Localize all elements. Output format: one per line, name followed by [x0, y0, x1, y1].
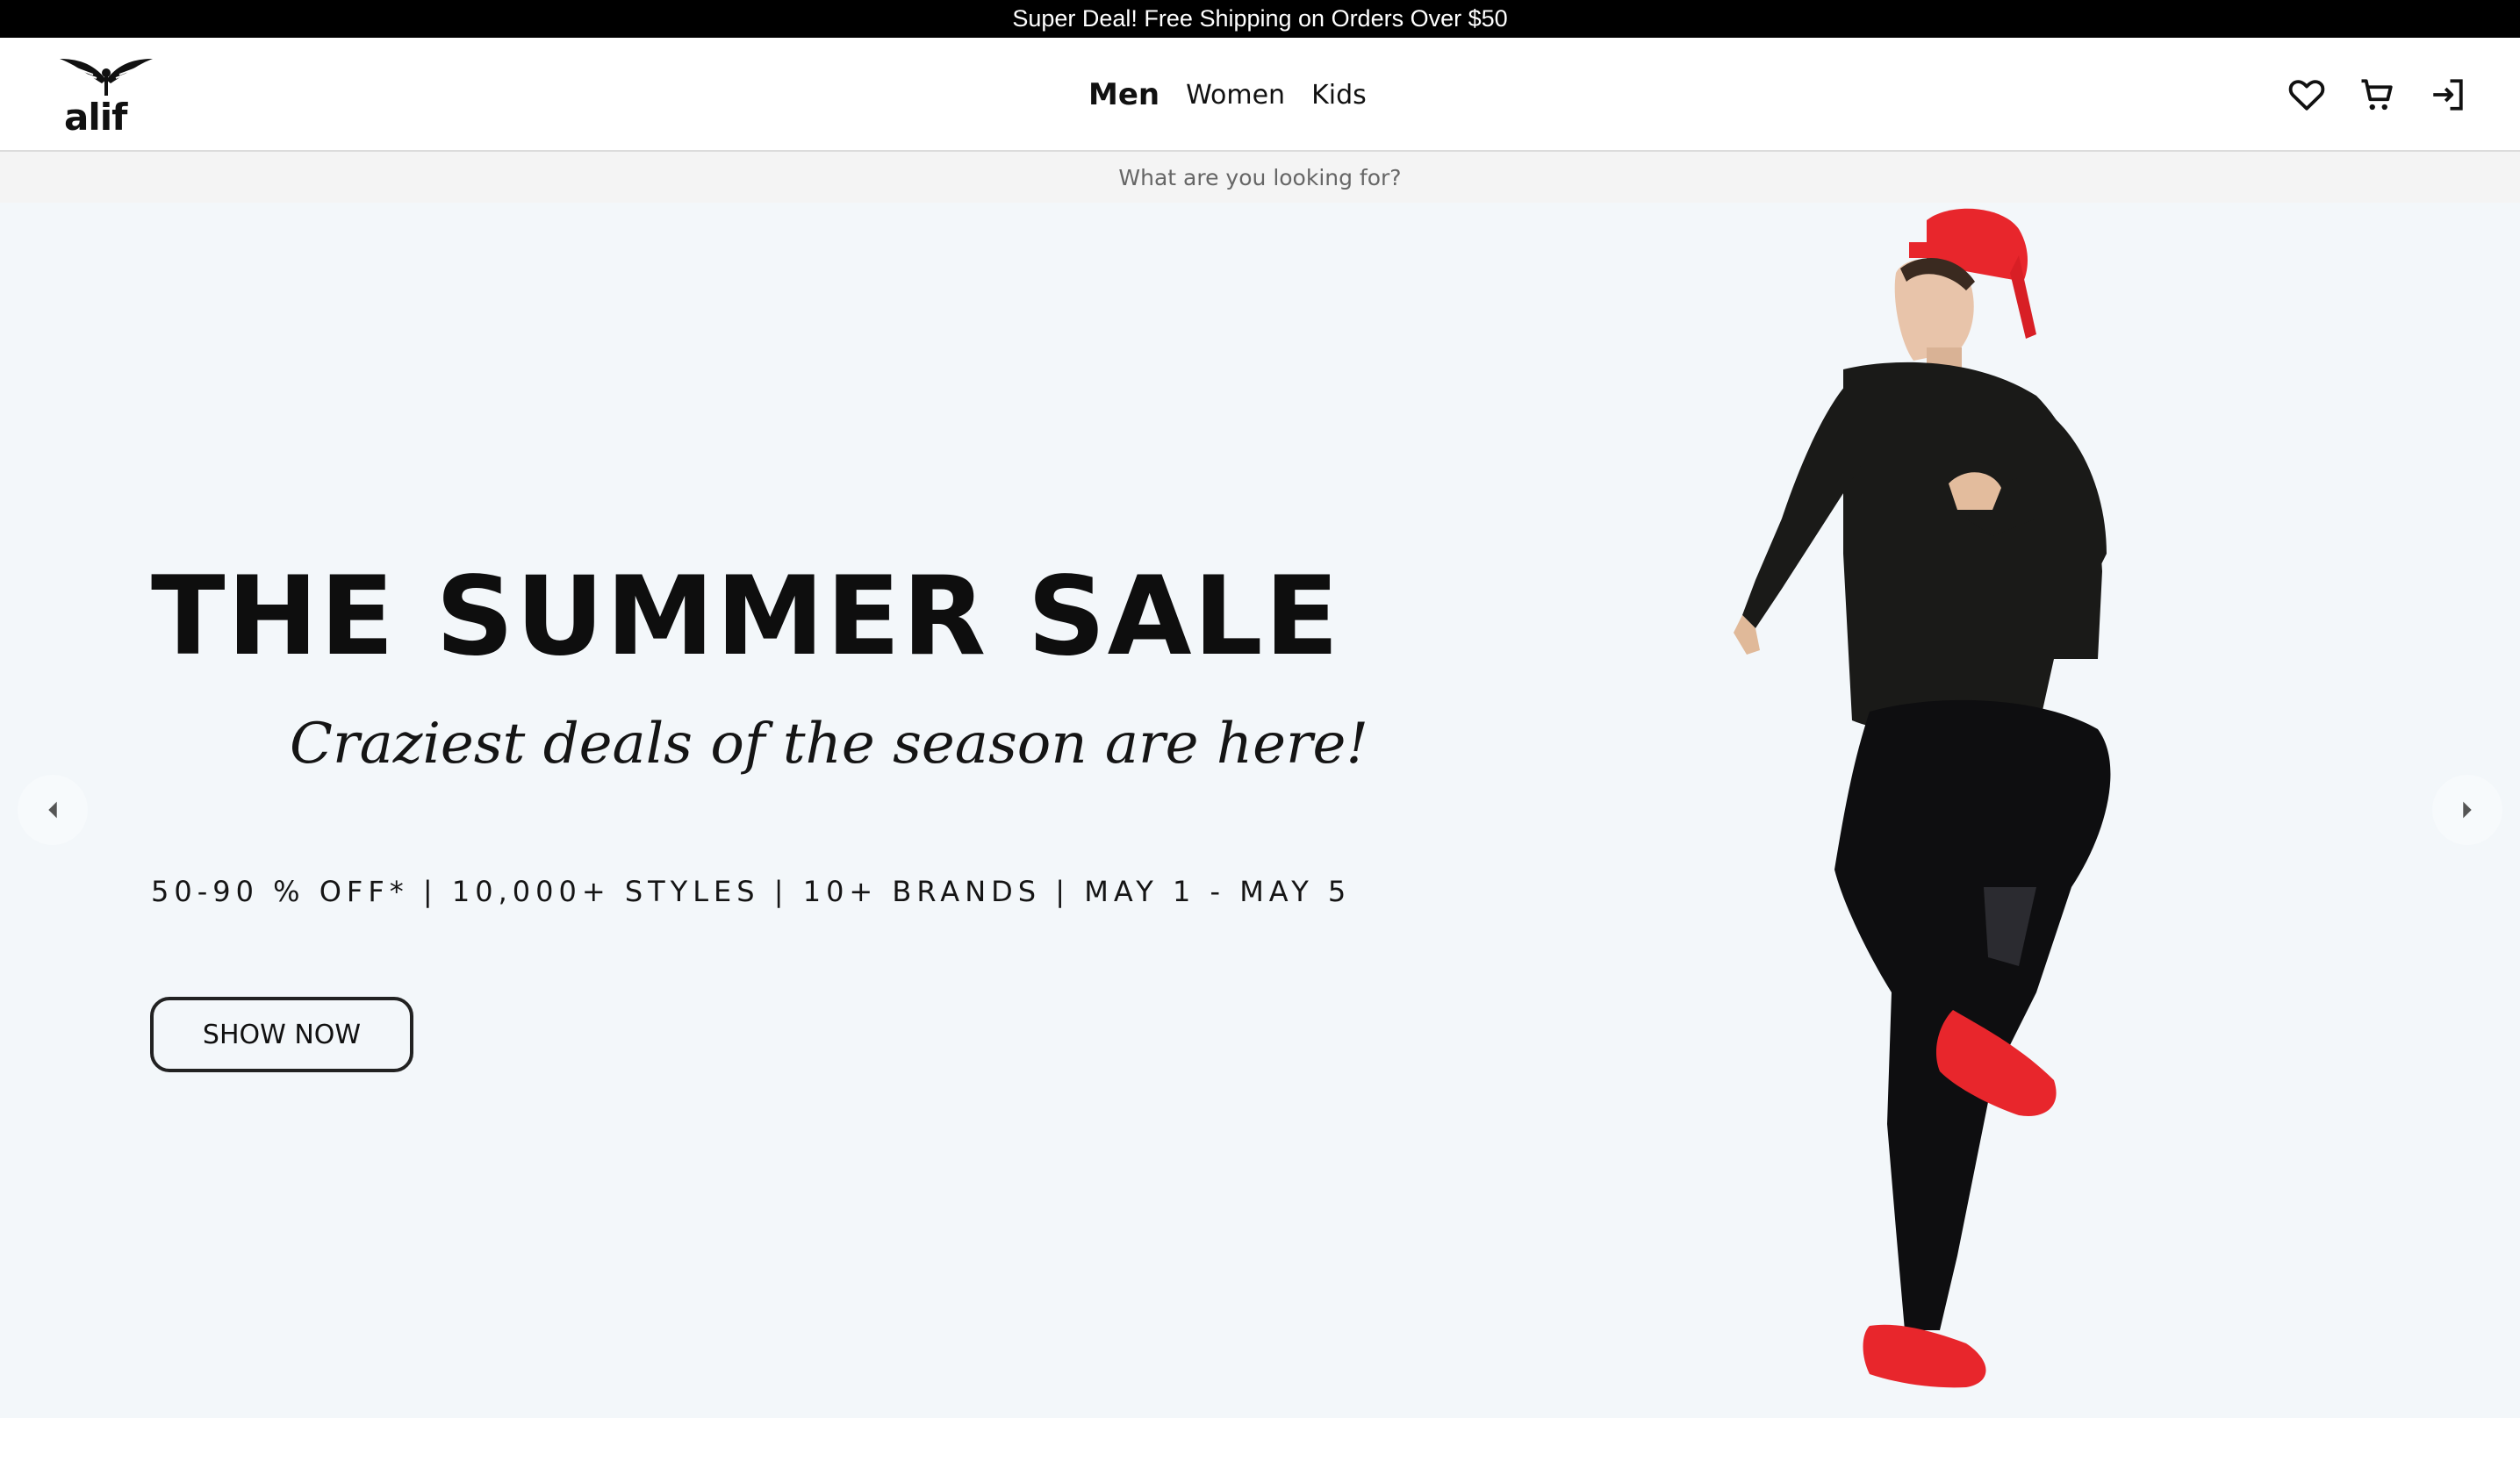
- logo[interactable]: alif: [58, 54, 154, 141]
- hero-subtitle: Craziest deals of the season are here!: [290, 712, 1369, 777]
- site-header: alif Men Women Kids: [0, 38, 2520, 152]
- carousel-prev-button[interactable]: [18, 775, 88, 845]
- wishlist-button[interactable]: [2287, 75, 2327, 115]
- carousel-next-button[interactable]: [2432, 775, 2502, 845]
- heart-icon: [2288, 80, 2325, 111]
- hero-title: THE SUMMER SALE: [151, 554, 1341, 680]
- caret-left-icon: [48, 801, 57, 819]
- hero-banner: THE SUMMER SALE Craziest deals of the se…: [0, 203, 2520, 1418]
- cart-icon: [2361, 79, 2393, 111]
- search-input[interactable]: [865, 158, 1655, 197]
- search-bar: [0, 152, 2520, 203]
- header-icons: [2287, 38, 2467, 152]
- main-nav: Men Women Kids: [1088, 38, 1367, 152]
- hero-offer-info: 50-90 % OFF* | 10,000+ STYLES | 10+ BRAN…: [151, 875, 1352, 908]
- announcement-bar: Super Deal! Free Shipping on Orders Over…: [0, 0, 2520, 38]
- cart-button[interactable]: [2357, 75, 2397, 115]
- page-bottom-strip: [0, 1418, 2520, 1468]
- announcement-text: Super Deal! Free Shipping on Orders Over…: [1012, 5, 1508, 32]
- winged-logo-icon: [60, 59, 153, 96]
- caret-right-icon: [2463, 801, 2472, 819]
- login-button[interactable]: [2427, 75, 2467, 115]
- login-icon: [2433, 79, 2463, 111]
- nav-men[interactable]: Men: [1088, 77, 1159, 112]
- hero-model-image: [1734, 208, 2111, 1388]
- logo-text: alif: [64, 96, 127, 139]
- nav-women[interactable]: Women: [1186, 80, 1285, 111]
- nav-kids[interactable]: Kids: [1311, 80, 1367, 111]
- show-now-button[interactable]: SHOW NOW: [150, 997, 413, 1072]
